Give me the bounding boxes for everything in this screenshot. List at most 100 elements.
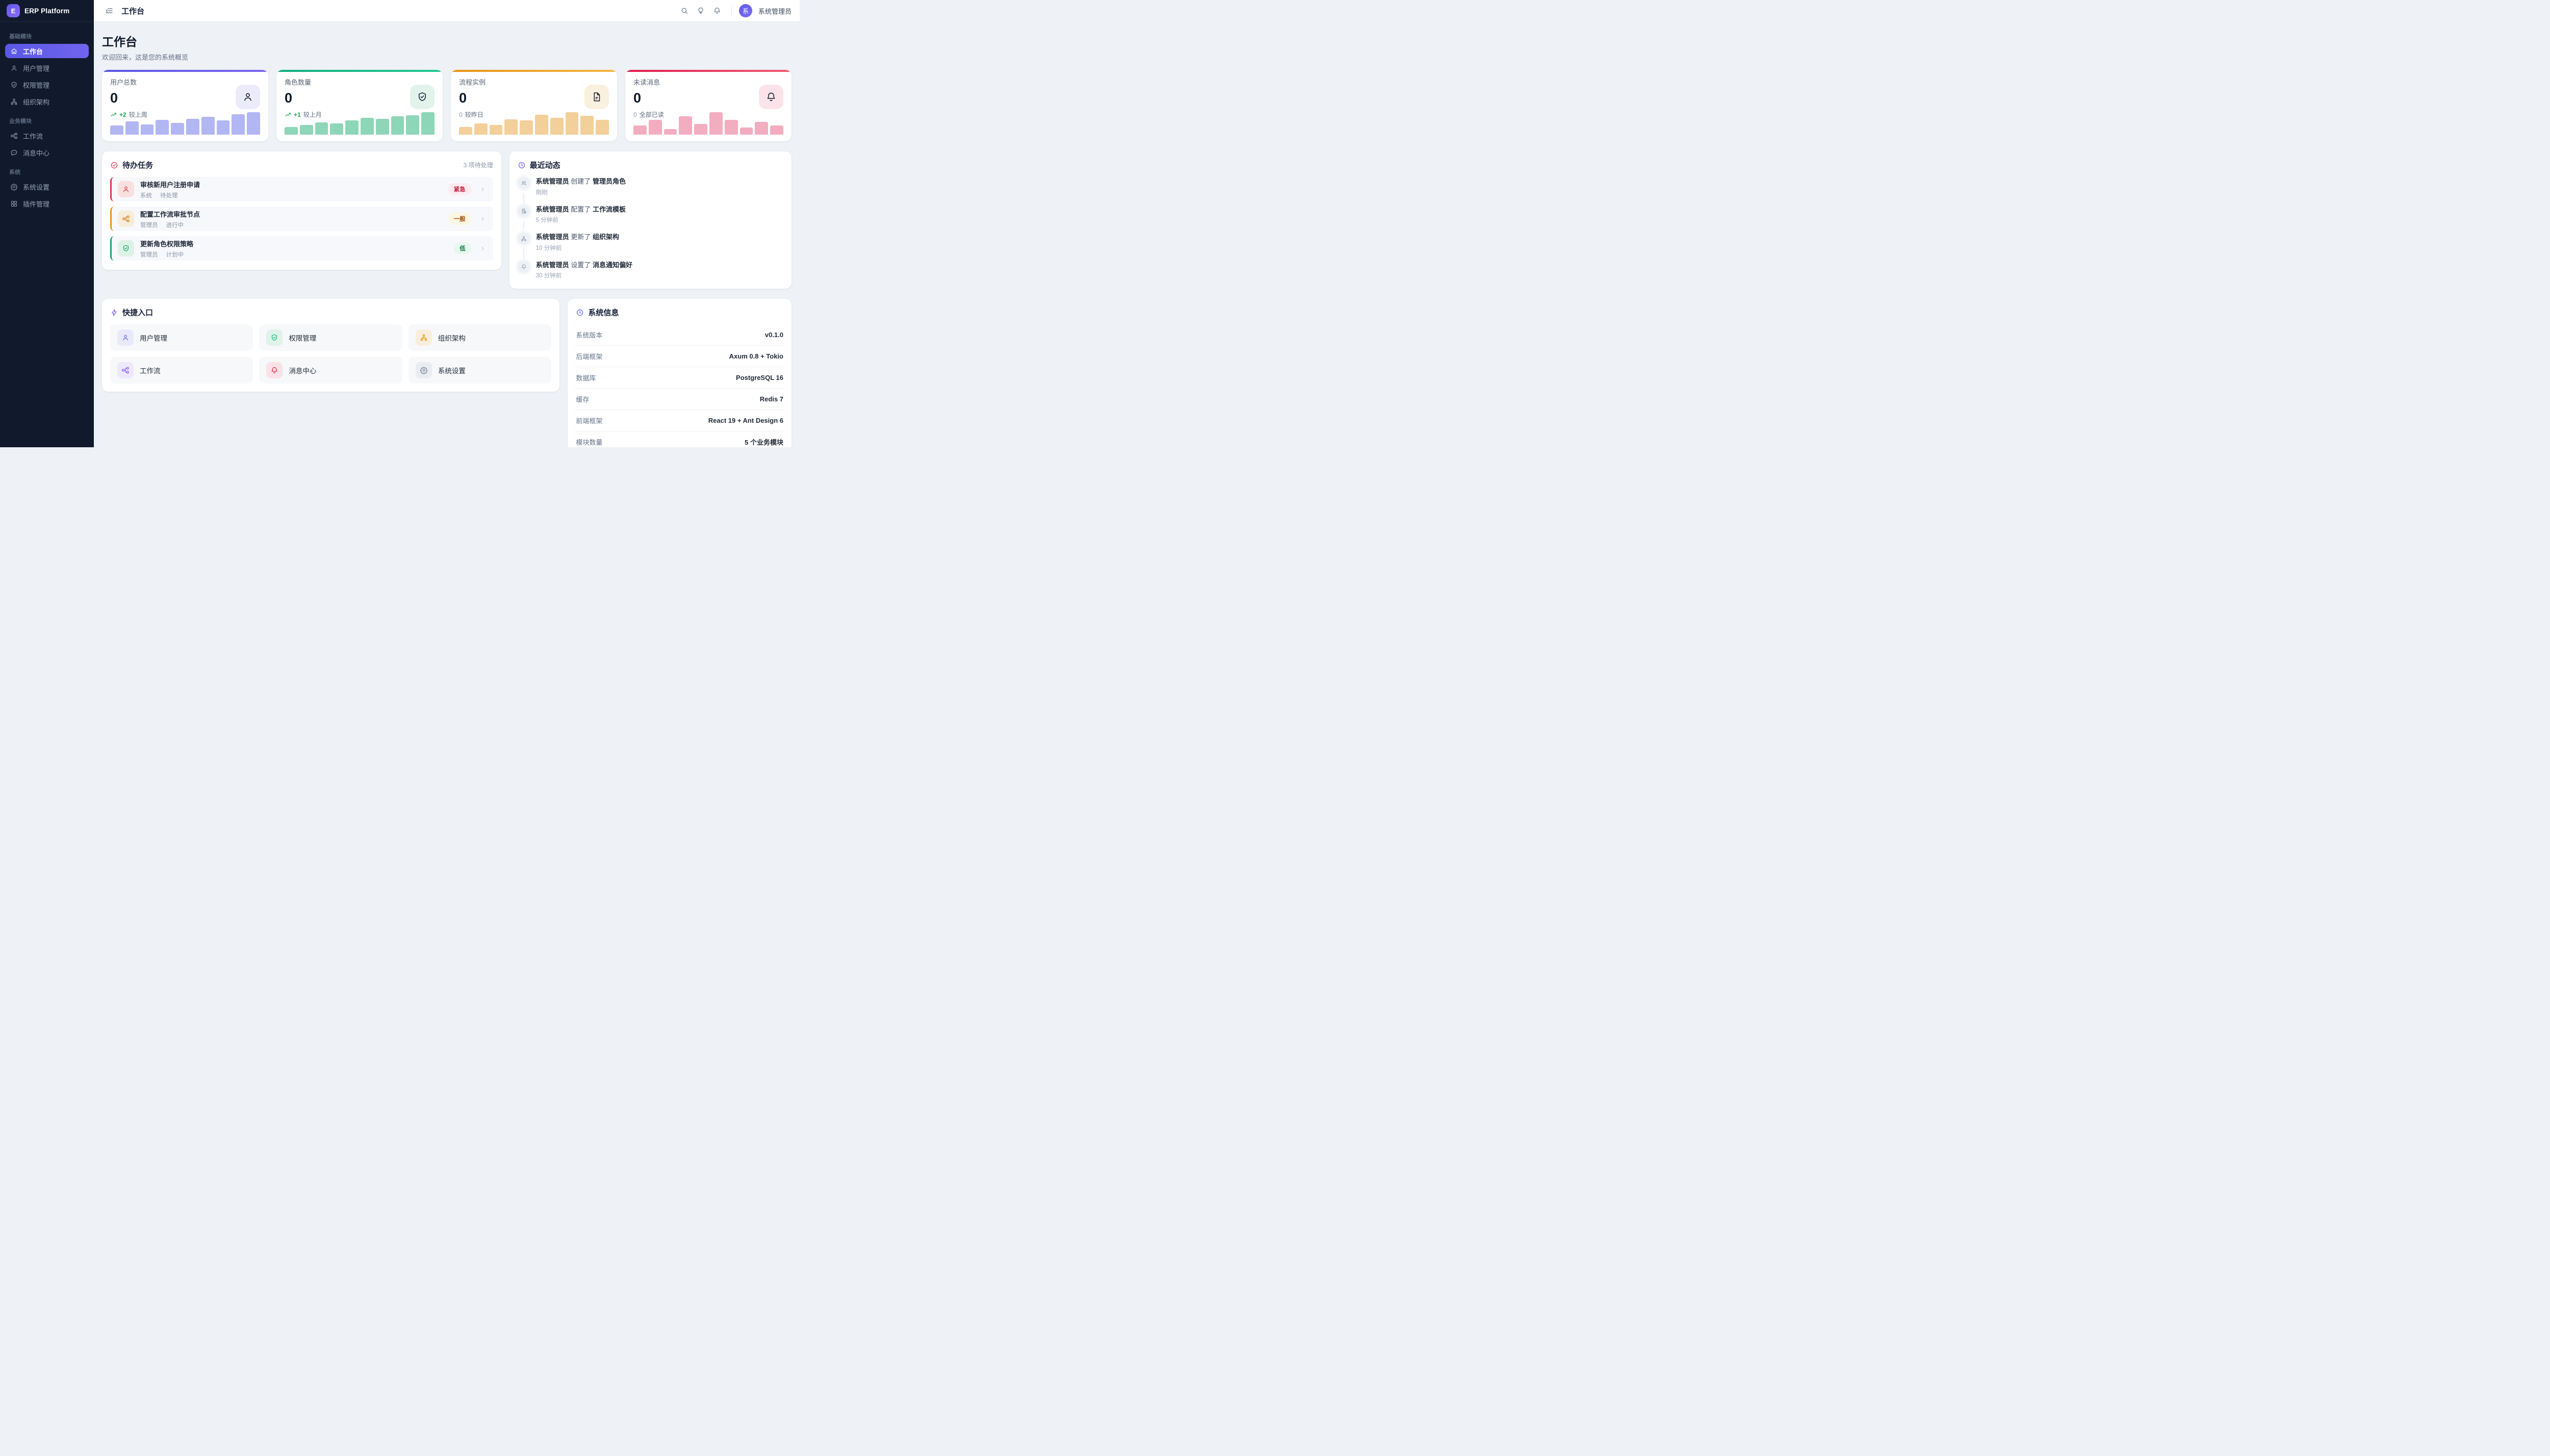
sidebar-item-organization[interactable]: 组织架构: [5, 94, 89, 109]
bar: [474, 123, 488, 135]
bar: [201, 117, 215, 135]
task-icon-tile: [118, 181, 134, 197]
quick-entry-workflow[interactable]: 工作流: [110, 357, 253, 384]
sidebar-item-workbench[interactable]: 工作台: [5, 44, 89, 58]
sidebar-item-settings[interactable]: 系统设置: [5, 180, 89, 194]
bar: [520, 120, 533, 135]
bar: [315, 122, 328, 135]
activity-body: 系统管理员 更新了 组织架构 10 分钟前: [536, 233, 619, 261]
task-source: 管理员: [140, 222, 158, 228]
activity-actor: 系统管理员: [536, 177, 569, 185]
info-row-version: 系统版本 v0.1.0: [576, 324, 783, 346]
stat-card-roles: 角色数量 0 +1 较上月: [276, 70, 443, 141]
bell-icon: [517, 260, 530, 273]
theme-button[interactable]: [694, 4, 708, 18]
bar: [565, 112, 579, 135]
task-row-review-registration[interactable]: 审核新用户注册申请 系统 待处理 紧急: [110, 177, 493, 201]
sidebar-item-users[interactable]: 用户管理: [5, 61, 89, 75]
task-row-update-role-policy[interactable]: 更新角色权限策略 管理员 计划中 低: [110, 236, 493, 261]
sidebar-item-label: 用户管理: [23, 64, 50, 72]
sidebar-collapse-button[interactable]: [102, 4, 116, 18]
accent-stripe: [102, 70, 268, 72]
activity-item: 系统管理员 更新了 组织架构 10 分钟前: [517, 233, 783, 261]
activity-actor: 系统管理员: [536, 205, 569, 213]
user-icon: [242, 91, 253, 103]
user-name[interactable]: 系统管理员: [758, 6, 792, 16]
workflow-icon: [117, 362, 134, 379]
activity-time: 10 分钟前: [536, 245, 562, 251]
bar: [232, 114, 245, 135]
quick-entry-settings[interactable]: 系统设置: [408, 357, 552, 384]
priority-badge: 紧急: [448, 183, 471, 195]
activity-object: 组织架构: [592, 233, 619, 241]
bar: [156, 120, 169, 135]
sidebar-item-messages[interactable]: 消息中心: [5, 145, 89, 160]
info-row-modules: 模块数量 5 个业务模块: [576, 431, 783, 447]
shield-check-icon: [10, 81, 18, 89]
info-label: 前端框架: [576, 417, 603, 425]
accent-stripe: [451, 70, 617, 72]
quick-entry-organization[interactable]: 组织架构: [408, 324, 552, 351]
sidebar-item-permissions[interactable]: 权限管理: [5, 78, 89, 92]
timeline-rail: [517, 205, 530, 233]
bar: [580, 116, 594, 135]
nav-group-system: 系统 系统设置 插件管理: [5, 164, 89, 211]
info-value: Axum 0.8 + Tokio: [729, 352, 783, 361]
bar: [664, 129, 677, 135]
stat-label: 用户总数: [110, 79, 137, 86]
quick-entry-permissions[interactable]: 权限管理: [259, 324, 402, 351]
task-status: 计划中: [166, 251, 184, 258]
bar: [186, 118, 199, 135]
sidebar-item-label: 工作台: [23, 47, 43, 56]
activity-card-header: 最近动态: [518, 160, 783, 170]
gear-icon: [10, 183, 18, 191]
bar: [406, 115, 420, 135]
sidebar: E ERP Platform 基础模块 工作台 用户管理 权限管理 组织架构 业…: [0, 0, 94, 447]
quick-entry-label: 用户管理: [140, 335, 167, 343]
sidebar-item-plugins[interactable]: 插件管理: [5, 196, 89, 211]
activity-object: 管理员角色: [592, 177, 626, 185]
bolt-icon: [110, 309, 118, 317]
search-button[interactable]: [677, 4, 692, 18]
activity-actor: 系统管理员: [536, 233, 569, 241]
task-row-configure-workflow[interactable]: 配置工作流审批节点 管理员 进行中 一般: [110, 207, 493, 231]
bar: [216, 120, 230, 135]
priority-badge: 低: [454, 242, 471, 254]
chevron-right-icon: [479, 245, 486, 252]
shield-check-icon: [122, 244, 130, 252]
bar: [110, 125, 123, 135]
shield-check-icon: [266, 329, 283, 346]
sidebar-item-label: 消息中心: [23, 149, 50, 157]
quick-entry-users[interactable]: 用户管理: [110, 324, 253, 351]
accent-stripe: [625, 70, 792, 72]
task-source: 系统: [140, 192, 152, 199]
user-icon: [10, 64, 18, 72]
notifications-button[interactable]: [710, 4, 724, 18]
quick-entry-header: 快捷入口: [110, 307, 551, 318]
activity-object: 工作流模板: [592, 205, 626, 213]
usergroup-icon: [517, 177, 530, 189]
activity-body: 系统管理员 设置了 消息通知偏好 30 分钟前: [536, 261, 632, 281]
bar: [724, 119, 738, 135]
activity-text: 系统管理员 创建了 管理员角色: [536, 177, 626, 186]
bar: [391, 116, 404, 135]
bar: [740, 127, 753, 135]
sidebar-item-label: 权限管理: [23, 81, 50, 89]
workflow-icon: [122, 215, 130, 223]
avatar[interactable]: 系: [738, 4, 752, 17]
sidebar-item-workflow[interactable]: 工作流: [5, 129, 89, 143]
activity-text: 系统管理员 配置了 工作流模板: [536, 205, 626, 214]
bar: [770, 125, 783, 135]
quick-entry-messages[interactable]: 消息中心: [259, 357, 402, 384]
stat-icon-tile: [584, 85, 609, 109]
message-icon: [10, 149, 18, 157]
page-title: 工作台: [102, 35, 137, 48]
mini-bar-chart: [285, 112, 435, 135]
stat-card-processes: 流程实例 0 0 较昨日: [451, 70, 617, 141]
clock-icon: [518, 161, 526, 169]
todo-card-header: 待办任务 3 项待处理: [110, 160, 493, 170]
task-main: 更新角色权限策略 管理员 计划中: [140, 239, 448, 259]
sidebar-item-label: 系统设置: [23, 183, 50, 191]
task-icon-tile: [118, 240, 134, 257]
stat-label: 角色数量: [285, 79, 312, 86]
